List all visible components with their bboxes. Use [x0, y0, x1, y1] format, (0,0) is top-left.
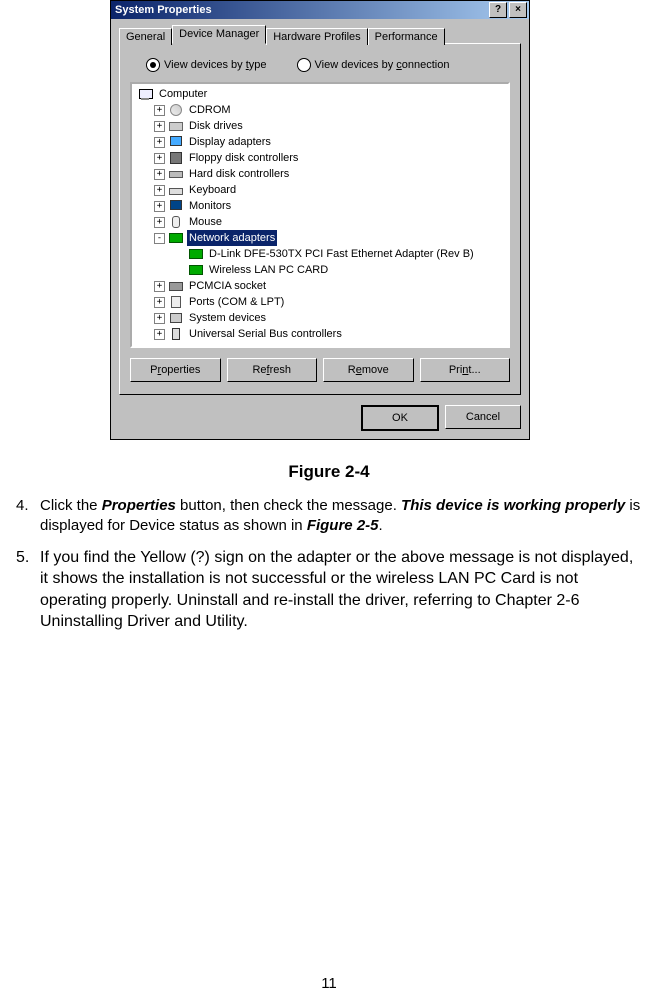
floppy-icon [168, 150, 184, 166]
mouse-icon [168, 214, 184, 230]
expand-icon[interactable]: + [154, 297, 165, 308]
tree-item[interactable]: +Ports (COM & LPT) [134, 294, 506, 310]
device-manager-panel: View devices by type View devices by con… [119, 43, 521, 395]
tree-item[interactable]: +Hard disk controllers [134, 166, 506, 182]
tree-item[interactable]: +Display adapters [134, 134, 506, 150]
computer-icon [138, 86, 154, 102]
ports-icon [168, 294, 184, 310]
keyboard-icon [168, 182, 184, 198]
device-tree[interactable]: Computer +CDROM +Disk drives +Display ad… [130, 82, 510, 348]
tab-general[interactable]: General [119, 28, 172, 45]
tree-item[interactable]: +System devices [134, 310, 506, 326]
expand-icon[interactable]: + [154, 217, 165, 228]
network-icon [168, 230, 184, 246]
titlebar: System Properties ? × [111, 1, 529, 19]
cdrom-icon [168, 102, 184, 118]
display-icon [168, 134, 184, 150]
refresh-button[interactable]: Refresh [227, 358, 318, 382]
expand-icon[interactable]: + [154, 121, 165, 132]
radio-dot-icon [146, 58, 160, 72]
tree-child[interactable]: D-Link DFE-530TX PCI Fast Ethernet Adapt… [134, 246, 506, 262]
collapse-icon[interactable]: - [154, 233, 165, 244]
help-button[interactable]: ? [489, 2, 507, 18]
expand-icon[interactable]: + [154, 169, 165, 180]
cancel-button[interactable]: Cancel [445, 405, 521, 429]
ok-button[interactable]: OK [361, 405, 439, 431]
radio-view-by-connection[interactable]: View devices by connection [297, 58, 450, 72]
monitor-icon [168, 198, 184, 214]
step-4: 4. Click the Properties button, then che… [16, 496, 642, 537]
adapter-icon [188, 262, 204, 278]
tab-hardware-profiles[interactable]: Hardware Profiles [266, 28, 367, 45]
radio-view-by-type[interactable]: View devices by type [146, 58, 267, 72]
pcmcia-icon [168, 278, 184, 294]
tree-child[interactable]: Wireless LAN PC CARD [134, 262, 506, 278]
tree-item[interactable]: +Mouse [134, 214, 506, 230]
disk-icon [168, 118, 184, 134]
tree-item-network[interactable]: -Network adapters [134, 230, 506, 246]
expand-icon[interactable]: + [154, 281, 165, 292]
expand-icon[interactable]: + [154, 313, 165, 324]
tree-item[interactable]: +Keyboard [134, 182, 506, 198]
print-button[interactable]: Print... [420, 358, 511, 382]
radio-dot-icon [297, 58, 311, 72]
step-5: 5. If you find the Yellow (?) sign on th… [16, 547, 642, 633]
figure-caption: Figure 2-4 [16, 462, 642, 482]
expand-icon[interactable]: + [154, 105, 165, 116]
window-title: System Properties [113, 4, 487, 16]
page-number: 11 [0, 975, 658, 992]
expand-icon[interactable]: + [154, 153, 165, 164]
tree-item[interactable]: +Universal Serial Bus controllers [134, 326, 506, 342]
tree-item[interactable]: +Monitors [134, 198, 506, 214]
tab-performance[interactable]: Performance [368, 28, 445, 45]
expand-icon[interactable]: + [154, 329, 165, 340]
tree-item[interactable]: +PCMCIA socket [134, 278, 506, 294]
tree-item[interactable]: +Disk drives [134, 118, 506, 134]
tree-item[interactable]: +Floppy disk controllers [134, 150, 506, 166]
expand-icon[interactable]: + [154, 185, 165, 196]
tree-root[interactable]: Computer [134, 86, 506, 102]
expand-icon[interactable]: + [154, 201, 165, 212]
remove-button[interactable]: Remove [323, 358, 414, 382]
system-icon [168, 310, 184, 326]
usb-icon [168, 326, 184, 342]
tab-strip: General Device Manager Hardware Profiles… [119, 25, 521, 44]
hdd-icon [168, 166, 184, 182]
tree-item[interactable]: +CDROM [134, 102, 506, 118]
adapter-icon [188, 246, 204, 262]
expand-icon[interactable]: + [154, 137, 165, 148]
close-button[interactable]: × [509, 2, 527, 18]
tab-device-manager[interactable]: Device Manager [172, 25, 266, 44]
properties-button[interactable]: Properties [130, 358, 221, 382]
system-properties-dialog: System Properties ? × General Device Man… [110, 0, 530, 440]
